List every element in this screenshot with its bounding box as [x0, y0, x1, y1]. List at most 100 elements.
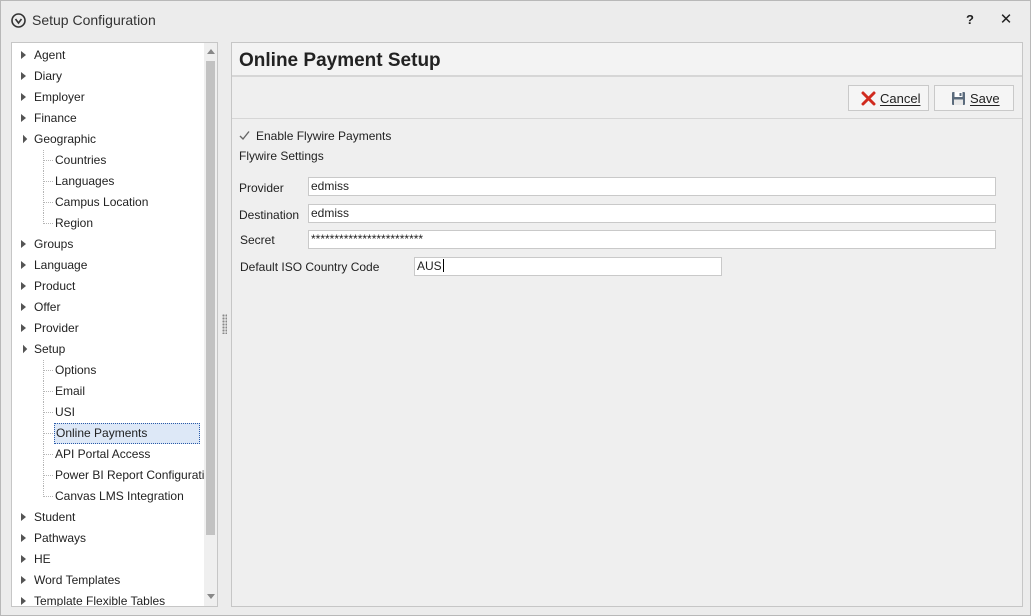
expand-arrow-icon[interactable] — [20, 87, 30, 108]
tree-item-label: Language — [34, 258, 88, 272]
tree-item-groups[interactable]: Groups — [12, 234, 204, 255]
expand-arrow-icon[interactable] — [20, 591, 30, 606]
tree-item-offer[interactable]: Offer — [12, 297, 204, 318]
settings-tree-panel: Agent Diary Employer Finance Geographic Count… — [11, 42, 218, 607]
expand-arrow-icon[interactable] — [20, 507, 30, 528]
collapsed-triangle-icon — [21, 555, 26, 563]
tree-item-student[interactable]: Student — [12, 507, 204, 528]
tree-item-he[interactable]: HE — [12, 549, 204, 570]
tree-item-employer[interactable]: Employer — [12, 87, 204, 108]
tree-item-api-portal-access[interactable]: API Portal Access — [12, 444, 204, 465]
tree-item-word-templates[interactable]: Word Templates — [12, 570, 204, 591]
tree-item-label: USI — [55, 405, 76, 419]
tree-item-label: Languages — [55, 174, 115, 188]
provider-input[interactable]: edmiss — [308, 177, 996, 196]
tree-item-label: Pathways — [34, 531, 87, 545]
tree-item-languages[interactable]: Languages — [12, 171, 204, 192]
tree-item-email[interactable]: Email — [12, 381, 204, 402]
collapsed-triangle-icon — [21, 576, 26, 584]
expand-arrow-icon[interactable] — [20, 108, 30, 129]
tree-item-usi[interactable]: USI — [12, 402, 204, 423]
expand-arrow-icon[interactable] — [20, 255, 30, 276]
destination-label: Destination — [239, 208, 300, 222]
scroll-up-arrow-icon[interactable] — [207, 49, 215, 54]
tree-item-countries[interactable]: Countries — [12, 150, 204, 171]
expand-arrow-icon[interactable] — [20, 66, 30, 87]
panel-splitter-handle[interactable] — [222, 314, 227, 334]
tree-item-label: Template Flexible Tables — [34, 594, 166, 607]
tree-item-label: Countries — [55, 153, 107, 167]
title-bar: Setup Configuration ? ✕ — [1, 1, 1030, 39]
tree-item-label: API Portal Access — [55, 447, 151, 461]
settings-tree: Agent Diary Employer Finance Geographic Count… — [12, 45, 217, 607]
tree-item-label: Setup — [34, 342, 66, 356]
expand-arrow-icon[interactable] — [20, 45, 30, 66]
tree-item-geographic[interactable]: Geographic — [12, 129, 204, 150]
tree-item-pathways[interactable]: Pathways — [12, 528, 204, 549]
tree-item-campus-location[interactable]: Campus Location — [12, 192, 204, 213]
tree-item-product[interactable]: Product — [12, 276, 204, 297]
help-button[interactable]: ? — [959, 10, 981, 30]
tree-item-agent[interactable]: Agent — [12, 45, 204, 66]
tree-item-label: Diary — [34, 69, 63, 83]
tree-branch-line — [43, 475, 53, 476]
text-caret — [442, 259, 444, 272]
collapsed-triangle-icon — [21, 282, 26, 290]
tree-item-provider[interactable]: Provider — [12, 318, 204, 339]
enable-flywire-label[interactable]: Enable Flywire Payments — [256, 129, 391, 143]
scroll-thumb[interactable] — [206, 61, 215, 535]
tree-item-diary[interactable]: Diary — [12, 66, 204, 87]
secret-input[interactable]: ************************ — [308, 230, 996, 249]
cancel-button-label: Cancel — [880, 91, 921, 106]
tree-item-language[interactable]: Language — [12, 255, 204, 276]
expand-arrow-icon[interactable] — [20, 297, 30, 318]
tree-item-label: Options — [55, 363, 97, 377]
collapsed-triangle-icon — [21, 51, 26, 59]
scroll-down-arrow-icon[interactable] — [207, 594, 215, 599]
tree-item-label: Email — [55, 384, 86, 398]
tree-branch-line — [43, 412, 53, 413]
action-toolbar: Cancel Save — [232, 79, 1022, 119]
expand-arrow-icon[interactable] — [20, 276, 30, 297]
tree-item-setup[interactable]: Setup — [12, 339, 204, 360]
tree-item-options[interactable]: Options — [12, 360, 204, 381]
tree-item-power-bi-report-configuration[interactable]: Power BI Report Configuration — [12, 465, 217, 486]
tree-branch-line — [43, 454, 53, 455]
tree-item-region[interactable]: Region — [12, 213, 204, 234]
cancel-button[interactable]: Cancel — [848, 85, 929, 111]
tree-branch-line — [43, 223, 53, 224]
destination-input[interactable]: edmiss — [308, 204, 996, 223]
close-button[interactable]: ✕ — [995, 10, 1017, 30]
provider-label: Provider — [239, 181, 284, 195]
expand-arrow-icon[interactable] — [20, 528, 30, 549]
tree-item-label: Student — [34, 510, 76, 524]
tree-item-label: Geographic — [34, 132, 97, 146]
tree-branch-line — [43, 202, 53, 203]
tree-item-label: Offer — [34, 300, 61, 314]
collapse-arrow-icon[interactable] — [18, 129, 30, 150]
tree-item-canvas-lms-integration[interactable]: Canvas LMS Integration — [12, 486, 204, 507]
expand-arrow-icon[interactable] — [20, 549, 30, 570]
save-button[interactable]: Save — [934, 85, 1014, 111]
expand-arrow-icon[interactable] — [20, 570, 30, 591]
collapsed-triangle-icon — [21, 303, 26, 311]
tree-scrollbar[interactable] — [204, 43, 217, 606]
cancel-x-icon — [861, 91, 876, 106]
tree-branch-line — [43, 160, 53, 161]
save-button-label: Save — [970, 91, 1000, 106]
tree-branch-line — [43, 433, 53, 434]
tree-item-online-payments[interactable]: Online Payments — [12, 423, 204, 444]
tree-branch-line — [43, 181, 53, 182]
collapse-arrow-icon[interactable] — [18, 339, 30, 360]
tree-item-template-flexible-tables[interactable]: Template Flexible Tables — [12, 591, 204, 607]
enable-flywire-checkbox[interactable] — [238, 129, 251, 142]
country-code-input[interactable]: AUS — [414, 257, 722, 276]
expand-arrow-icon[interactable] — [20, 318, 30, 339]
tree-item-finance[interactable]: Finance — [12, 108, 204, 129]
expanded-triangle-icon — [18, 134, 28, 144]
country-code-label: Default ISO Country Code — [240, 260, 380, 274]
expand-arrow-icon[interactable] — [20, 234, 30, 255]
tree-item-label: Product — [34, 279, 76, 293]
online-payment-panel: Online Payment Setup Cancel Save Enable … — [231, 42, 1023, 607]
collapsed-triangle-icon — [21, 513, 26, 521]
